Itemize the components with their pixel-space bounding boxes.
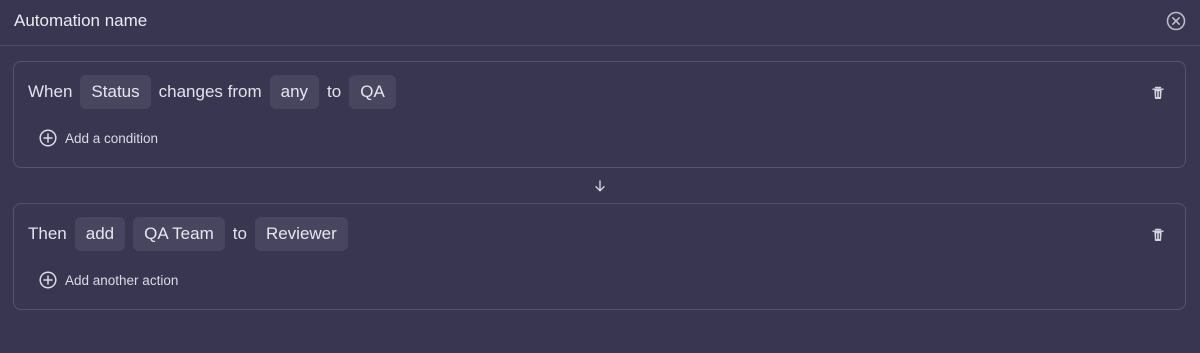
trash-icon[interactable] (1150, 227, 1166, 243)
when-label: When (28, 82, 73, 101)
field-pill-status[interactable]: Status (80, 75, 151, 109)
plus-circle-icon (39, 129, 57, 147)
to-value-pill[interactable]: QA (349, 75, 396, 109)
add-action-button[interactable]: Add another action (39, 271, 178, 289)
add-action-label: Add another action (65, 272, 179, 288)
from-value-pill[interactable]: any (269, 75, 320, 109)
to-label: to (232, 224, 247, 243)
add-condition-label: Add a condition (65, 130, 159, 146)
action-card: Then add QA Team to Reviewer Add another… (13, 203, 1186, 310)
trash-icon[interactable] (1150, 85, 1166, 101)
automation-name-title[interactable]: Automation name (14, 11, 147, 31)
verb-pill-add[interactable]: add (74, 217, 126, 251)
trigger-card: When Status changes from any to QA Add a… (13, 61, 1186, 168)
value-pill-qa-team[interactable]: QA Team (133, 217, 225, 251)
to-label: to (327, 82, 342, 101)
add-condition-button[interactable]: Add a condition (39, 129, 158, 147)
trigger-row: When Status changes from any to QA (28, 75, 396, 109)
plus-circle-icon (39, 271, 57, 289)
close-icon[interactable] (1166, 11, 1186, 31)
arrow-down-icon (593, 178, 607, 194)
target-pill-reviewer[interactable]: Reviewer (254, 217, 348, 251)
then-label: Then (28, 224, 67, 243)
action-row: Then add QA Team to Reviewer (28, 217, 348, 251)
header-bar: Automation name (0, 0, 1200, 46)
changes-from-label: changes from (158, 82, 262, 101)
